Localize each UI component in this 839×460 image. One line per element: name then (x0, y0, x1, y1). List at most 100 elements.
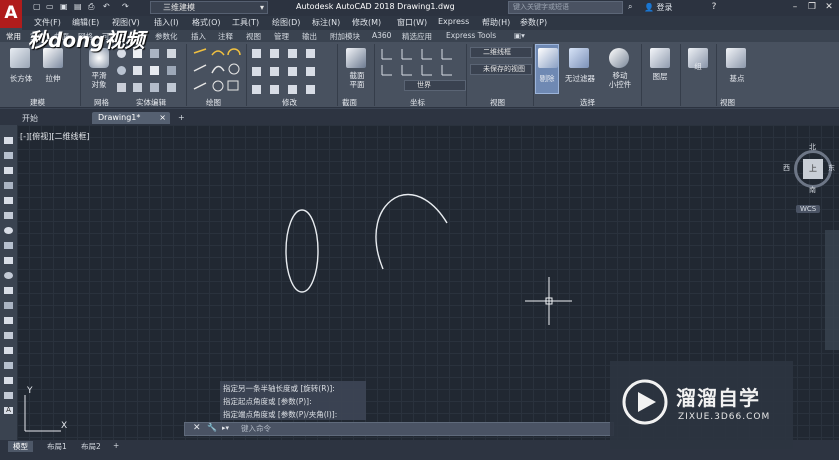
workspace-dropdown[interactable]: 三维建模 ▾ (150, 1, 268, 14)
polygon-icon[interactable] (4, 182, 13, 189)
move-gizmo-icon[interactable] (609, 48, 629, 68)
tab-express-tools[interactable]: Express Tools (446, 31, 496, 40)
separate-icon[interactable] (150, 83, 159, 92)
tab-output[interactable]: 输出 (302, 31, 317, 42)
tab-model[interactable]: 模型 (8, 441, 33, 452)
modify-tools-icons[interactable] (252, 47, 330, 95)
tab-featured-apps[interactable]: 精选应用 (402, 31, 432, 42)
menu-format[interactable]: 格式(O) (192, 17, 221, 28)
draw-tools-icons[interactable] (192, 47, 242, 95)
wcs-menu[interactable]: WCS (796, 205, 821, 213)
arc-icon[interactable] (4, 212, 13, 219)
menu-draw[interactable]: 绘图(D) (272, 17, 300, 28)
ribbon-options-icon[interactable]: ▣▾ (514, 31, 525, 40)
close-tab-icon[interactable]: × (159, 113, 166, 122)
plot-icon[interactable]: ⎙ (88, 2, 94, 13)
search-input[interactable]: 键入关键字或短语 (508, 1, 623, 14)
line-icon[interactable] (4, 137, 13, 144)
compass-north[interactable]: 北 (809, 142, 816, 152)
ucs-dropdown[interactable]: 世界 (404, 80, 466, 91)
insert-block-icon[interactable] (4, 302, 13, 309)
tab-home[interactable]: 常用 (6, 31, 21, 42)
menu-dimension[interactable]: 标注(N) (312, 17, 340, 28)
save-icon[interactable]: ▣ (60, 2, 68, 13)
restore-button[interactable]: ❐ (804, 1, 820, 14)
compass-east[interactable]: 东 (828, 163, 835, 173)
menu-window[interactable]: 窗口(W) (397, 17, 427, 28)
spline-icon[interactable] (4, 257, 13, 264)
revcloud-icon[interactable] (4, 242, 13, 249)
tab-parametric[interactable]: 参数化 (155, 31, 178, 42)
undo-icon[interactable]: ↶ (103, 2, 110, 13)
circle-icon[interactable] (4, 227, 13, 234)
menu-insert[interactable]: 插入(I) (154, 17, 179, 28)
new-layout-button[interactable]: + (108, 441, 124, 450)
close-command-line-icon[interactable]: ✕ (193, 423, 201, 433)
base-view-icon[interactable] (726, 48, 746, 68)
table-icon[interactable] (4, 392, 13, 399)
visual-style-dropdown[interactable]: 二维线框 (470, 47, 532, 58)
viewport-controls[interactable]: [-][俯视][二维线框] (20, 131, 90, 142)
region-icon[interactable] (4, 377, 13, 384)
customize-icon[interactable]: 🔧 (207, 423, 217, 432)
open-file-icon[interactable]: ▭ (46, 2, 54, 13)
new-file-icon[interactable]: ▢ (33, 2, 41, 13)
ellipse-icon[interactable] (4, 272, 13, 279)
chamfer-edge-icon[interactable] (167, 83, 176, 92)
layers-icon[interactable] (650, 48, 670, 68)
viewcube[interactable]: 上 北 南 东 西 (783, 142, 836, 195)
compass-south[interactable]: 南 (809, 185, 816, 195)
named-views-dropdown[interactable]: 未保存的视图 (470, 64, 532, 75)
redo-icon[interactable]: ↷ (122, 2, 129, 13)
shell-icon[interactable] (167, 49, 176, 58)
menu-express[interactable]: Express (438, 17, 469, 26)
tab-manage[interactable]: 管理 (274, 31, 289, 42)
tab-layout2[interactable]: 布局2 (76, 441, 106, 452)
minimize-button[interactable]: – (787, 1, 803, 14)
extract-edges-icon[interactable] (150, 49, 159, 58)
filter-icon[interactable] (569, 48, 589, 68)
new-tab-button[interactable]: + (172, 112, 191, 124)
tab-drawing1[interactable]: Drawing1* × (92, 112, 170, 124)
tab-start[interactable]: 开始 (16, 112, 44, 124)
menu-help[interactable]: 帮助(H) (482, 17, 510, 28)
close-button[interactable]: ✕ (821, 1, 837, 14)
sign-in-button[interactable]: 👤 登录 (644, 2, 673, 13)
hatch-icon[interactable] (4, 347, 13, 354)
imprint-icon[interactable] (133, 83, 142, 92)
point-icon[interactable] (4, 332, 13, 339)
save-as-icon[interactable]: ▤ (74, 2, 82, 13)
help-icon[interactable]: ? (706, 1, 722, 14)
ucs-tools-icons[interactable] (380, 47, 468, 77)
polyline-icon[interactable] (4, 167, 13, 174)
menu-tools[interactable]: 工具(T) (232, 17, 259, 28)
tab-layout1[interactable]: 布局1 (42, 441, 72, 452)
command-input[interactable]: 键入命令 (241, 423, 271, 435)
menu-parametric[interactable]: 参数(P) (520, 17, 547, 28)
ellipse-shape[interactable] (285, 209, 319, 293)
navigation-bar[interactable] (825, 230, 839, 350)
box-icon[interactable] (10, 48, 30, 68)
fillet-edge-icon[interactable] (167, 66, 176, 75)
compass-west[interactable]: 西 (783, 163, 790, 173)
tab-insert[interactable]: 插入 (191, 31, 206, 42)
offset-edges-icon[interactable] (150, 66, 159, 75)
thicken-icon[interactable] (133, 66, 142, 75)
tab-annotate[interactable]: 注释 (218, 31, 233, 42)
tab-addins[interactable]: 附加模块 (330, 31, 360, 42)
mtext-icon[interactable]: A (4, 407, 13, 414)
menu-modify[interactable]: 修改(M) (352, 17, 381, 28)
rectangle-icon[interactable] (4, 197, 13, 204)
gradient-icon[interactable] (4, 362, 13, 369)
elliptical-arc-shape[interactable] (375, 193, 448, 270)
search-icon[interactable]: ⌕ (628, 2, 632, 13)
section-plane-icon[interactable] (346, 48, 366, 68)
construction-line-icon[interactable] (4, 152, 13, 159)
tab-view[interactable]: 视图 (246, 31, 261, 42)
make-block-icon[interactable] (4, 317, 13, 324)
subtract-icon[interactable] (117, 66, 126, 75)
viewcube-top-face[interactable]: 上 (803, 159, 823, 179)
ellipse-arc-icon[interactable] (4, 287, 13, 294)
command-line[interactable]: ✕ 🔧 ▸▾ 键入命令 (184, 422, 614, 436)
recent-commands-icon[interactable]: ▸▾ (222, 424, 229, 432)
